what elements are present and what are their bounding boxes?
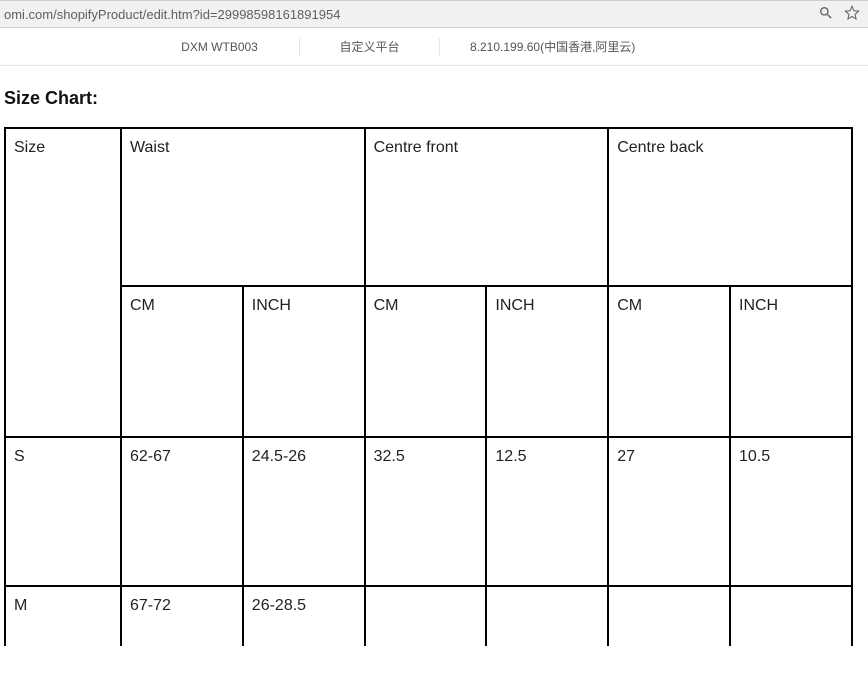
cell-cb-cm	[608, 586, 730, 646]
cell-size: S	[5, 437, 121, 586]
header-cb-cm: CM	[608, 286, 730, 437]
table-row: S 62-67 24.5-26 32.5 12.5 27 10.5	[5, 437, 852, 586]
cell-cf-inch: 12.5	[486, 437, 608, 586]
header-centre-front: Centre front	[365, 128, 609, 286]
header-cf-cm: CM	[365, 286, 487, 437]
zoom-icon[interactable]	[818, 5, 834, 24]
cell-waist-inch: 26-28.5	[243, 586, 365, 646]
cell-cb-inch	[730, 586, 852, 646]
section-title: Size Chart:	[4, 88, 864, 109]
header-centre-back: Centre back	[608, 128, 852, 286]
cell-waist-cm: 62-67	[121, 437, 243, 586]
size-chart-table: Size Waist Centre front Centre back CM I…	[4, 127, 853, 646]
cell-size: M	[5, 586, 121, 646]
header-waist: Waist	[121, 128, 365, 286]
header-size: Size	[5, 128, 121, 437]
star-icon[interactable]	[844, 5, 860, 24]
cell-cf-cm: 32.5	[365, 437, 487, 586]
info-strip: DXM WTB003 自定义平台 8.210.199.60(中国香港,阿里云)	[0, 28, 868, 66]
cell-cf-inch	[486, 586, 608, 646]
table-header-row-1: Size Waist Centre front Centre back	[5, 128, 852, 286]
info-platform: 自定义平台	[300, 38, 440, 56]
table-header-row-2: CM INCH CM INCH CM INCH	[5, 286, 852, 437]
cell-waist-cm: 67-72	[121, 586, 243, 646]
table-row: M 67-72 26-28.5	[5, 586, 852, 646]
header-waist-inch: INCH	[243, 286, 365, 437]
header-cf-inch: INCH	[486, 286, 608, 437]
cell-cf-cm	[365, 586, 487, 646]
url-text: omi.com/shopifyProduct/edit.htm?id=29998…	[4, 7, 818, 22]
browser-icons	[818, 5, 864, 24]
browser-address-bar[interactable]: omi.com/shopifyProduct/edit.htm?id=29998…	[0, 0, 868, 28]
info-sku: DXM WTB003	[140, 38, 300, 56]
cell-cb-inch: 10.5	[730, 437, 852, 586]
cell-waist-inch: 24.5-26	[243, 437, 365, 586]
content-area: Size Chart: Size Waist Centre front Cent…	[0, 88, 868, 646]
cell-cb-cm: 27	[608, 437, 730, 586]
header-cb-inch: INCH	[730, 286, 852, 437]
info-server: 8.210.199.60(中国香港,阿里云)	[440, 38, 645, 56]
header-waist-cm: CM	[121, 286, 243, 437]
